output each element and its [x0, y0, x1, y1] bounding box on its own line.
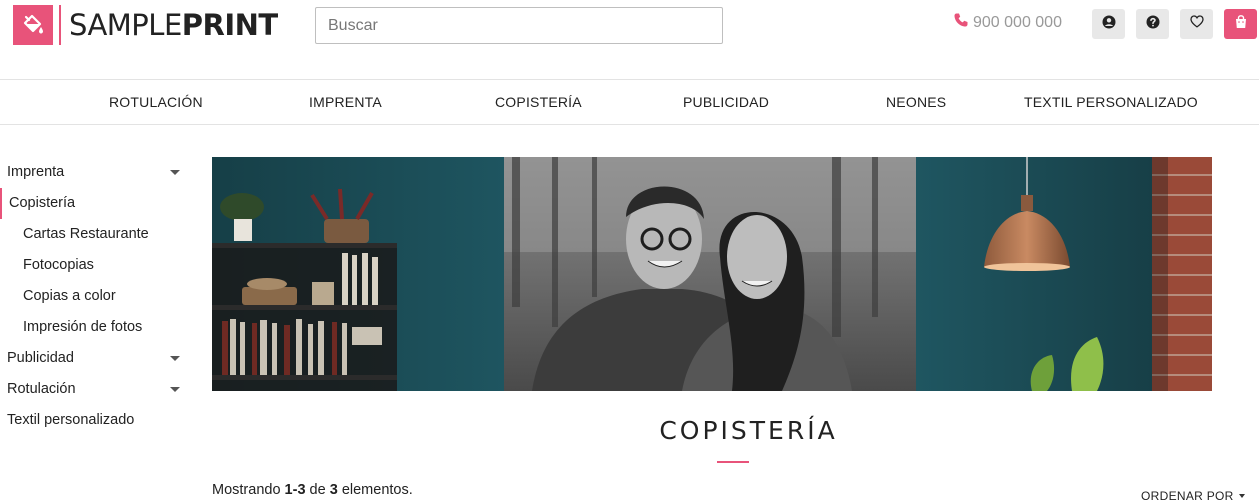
sidebar-item-label: Impresión de fotos — [23, 319, 143, 335]
nav-item-publicidad[interactable]: PUBLICIDAD — [683, 80, 769, 124]
main-nav: ROTULACIÓN IMPRENTA COPISTERÍA PUBLICIDA… — [0, 80, 1259, 125]
nav-item-copisteria[interactable]: COPISTERÍA — [495, 80, 582, 124]
phone-contact[interactable]: 900 000 000 — [953, 12, 1062, 33]
sort-dropdown[interactable]: ORDENAR POR — [1141, 489, 1245, 501]
results-of: de — [309, 482, 326, 498]
sidebar-item-impresion-de-fotos[interactable]: Impresión de fotos — [0, 312, 190, 343]
nav-item-rotulacion[interactable]: ROTULACIÓN — [109, 80, 203, 124]
sidebar-item-copias-a-color[interactable]: Copias a color — [0, 281, 190, 312]
account-button[interactable] — [1092, 9, 1125, 39]
sidebar-item-label: Cartas Restaurante — [23, 226, 149, 242]
help-icon — [1146, 15, 1160, 34]
sidebar-item-imprenta[interactable]: Imprenta — [0, 157, 190, 188]
title-underline — [717, 461, 749, 463]
sidebar-item-label: Rotulación — [7, 381, 76, 397]
sidebar-item-label: Copias a color — [23, 288, 116, 304]
site-header: SAMPLEPRINT 900 000 000 — [0, 0, 1259, 80]
sort-label: ORDENAR POR — [1141, 489, 1234, 501]
cart-button[interactable] — [1224, 9, 1257, 39]
results-total: 3 — [329, 482, 338, 498]
logo-divider — [59, 5, 61, 45]
nav-item-textil-personalizado[interactable]: TEXTIL PERSONALIZADO — [1024, 80, 1198, 124]
wishlist-button[interactable] — [1180, 9, 1213, 39]
logo[interactable]: SAMPLEPRINT — [13, 5, 278, 45]
caret-down-icon[interactable] — [170, 356, 180, 361]
user-icon — [1102, 15, 1116, 34]
sidebar-item-label: Copistería — [9, 195, 76, 211]
sidebar-item-publicidad[interactable]: Publicidad — [0, 343, 190, 374]
results-range: 1-3 — [284, 482, 306, 498]
caret-down-icon[interactable] — [170, 387, 180, 392]
nav-item-neones[interactable]: NEONES — [886, 80, 946, 124]
brand-name-bold: PRINT — [181, 8, 278, 42]
help-button[interactable] — [1136, 9, 1169, 39]
page-title: COPISTERÍA — [659, 416, 838, 445]
phone-number: 900 000 000 — [973, 13, 1062, 31]
sidebar-item-copisteria[interactable]: Copistería — [0, 188, 190, 219]
brand-name-light: SAMPLE — [69, 8, 182, 42]
sidebar-item-label: Imprenta — [7, 164, 65, 180]
sidebar-item-cartas-restaurante[interactable]: Cartas Restaurante — [0, 219, 190, 250]
category-banner-image — [212, 157, 1212, 391]
brand-name: SAMPLEPRINT — [69, 5, 278, 45]
sidebar-item-label: Textil personalizado — [7, 412, 135, 428]
results-suffix: elementos. — [341, 482, 413, 498]
nav-item-imprenta[interactable]: IMPRENTA — [309, 80, 382, 124]
sidebar-item-textil-personalizado[interactable]: Textil personalizado — [0, 405, 190, 436]
caret-down-icon — [1238, 494, 1245, 498]
results-count: Mostrando 1-3 de 3 elementos. — [212, 482, 413, 498]
caret-down-icon[interactable] — [170, 170, 180, 175]
results-prefix: Mostrando — [212, 482, 281, 498]
cart-icon — [1234, 14, 1248, 34]
heart-icon — [1189, 15, 1204, 33]
sidebar-item-rotulacion[interactable]: Rotulación — [0, 374, 190, 405]
sidebar-item-fotocopias[interactable]: Fotocopias — [0, 250, 190, 281]
category-sidebar: Imprenta Copistería Cartas Restaurante F… — [0, 157, 190, 436]
phone-icon — [953, 12, 969, 33]
paint-bucket-icon — [13, 5, 53, 45]
search-input[interactable] — [315, 7, 723, 44]
sidebar-item-label: Publicidad — [7, 350, 74, 366]
sidebar-item-label: Fotocopias — [23, 257, 94, 273]
